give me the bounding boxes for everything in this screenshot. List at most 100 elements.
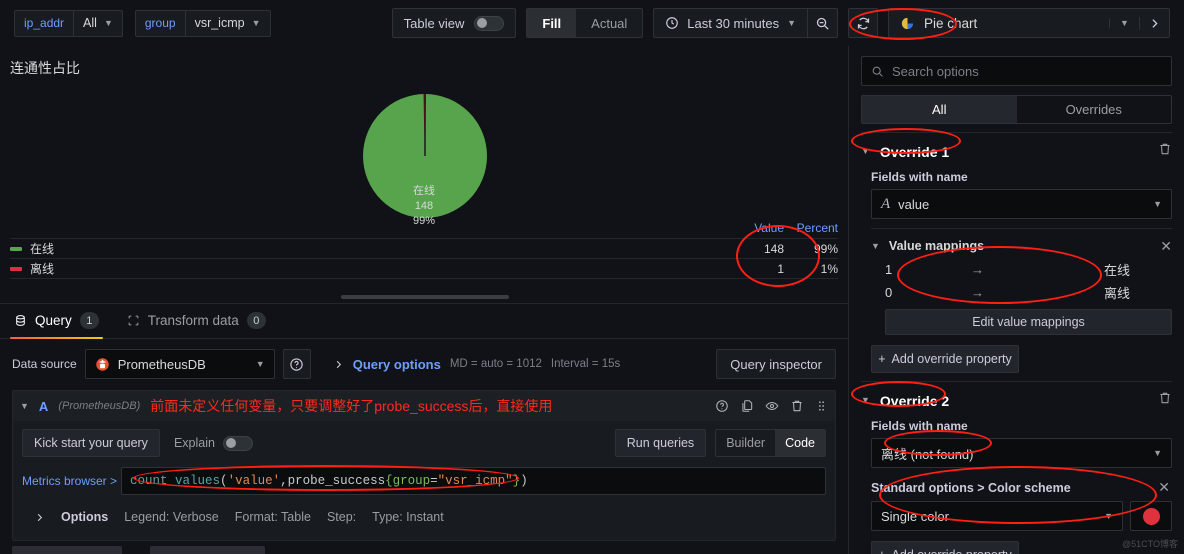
legend-percent: 1% [820, 261, 838, 276]
visualization-name-wrap: Pie chart [889, 16, 1109, 31]
panel-resize-handle[interactable] [341, 295, 509, 299]
override-1-header[interactable]: ▼ Override 1 [861, 132, 1172, 166]
help-circle-icon[interactable] [715, 399, 729, 413]
chevron-down-icon[interactable]: ▼ [20, 401, 29, 411]
fill-button[interactable]: Fill [527, 9, 577, 37]
help-circle-icon [290, 357, 303, 371]
code-mode-button[interactable]: Code [775, 430, 825, 456]
eye-icon[interactable] [765, 399, 779, 413]
explain-toggle[interactable]: Explain [174, 435, 253, 451]
legend-value: 148 [763, 241, 784, 256]
chevron-down-icon[interactable]: ▼ [871, 241, 880, 251]
pie-chart-icon [901, 17, 914, 29]
override-2-add-property-button[interactable]: + Add override property [871, 541, 1019, 554]
watermark: @51CTO博客 [1122, 539, 1178, 549]
add-expression-button-partial[interactable] [150, 546, 265, 554]
pie-chart: 在线 148 99% [0, 94, 848, 234]
collapse-options-pane-button[interactable] [1139, 16, 1169, 30]
override-2-fields-label: Fields with name [871, 419, 968, 433]
pie-center-value: 148 [414, 200, 434, 212]
query-options-interval: Interval = 15s [550, 358, 621, 370]
override-2-delete-button[interactable] [1158, 391, 1172, 410]
query-row-a: ▼ A (PrometheusDB) 前面未定义任何变量，只要调整好了probe… [12, 390, 836, 541]
tab-transform-data[interactable]: Transform data 0 [113, 312, 280, 338]
kick-start-query-button[interactable]: Kick start your query [22, 429, 160, 457]
filter-tab-all[interactable]: All [862, 96, 1017, 123]
table-view-switch[interactable] [474, 15, 505, 31]
color-scheme-remove-button[interactable]: ✕ [1158, 479, 1170, 496]
chevron-down-icon[interactable]: ▼ [861, 147, 870, 156]
text-field-icon: A [881, 195, 891, 212]
trash-icon[interactable] [790, 399, 804, 413]
edit-value-mappings-button[interactable]: Edit value mappings [885, 309, 1172, 335]
table-view-toggle[interactable]: Table view [391, 8, 517, 38]
option-step: Step: [326, 510, 357, 524]
search-options-box[interactable]: Search options [861, 56, 1172, 86]
pie-center-label: 在线 [413, 185, 435, 197]
variable-ip-addr-value[interactable]: All ▼ [73, 9, 123, 37]
filter-tab-overrides[interactable]: Overrides [1017, 96, 1172, 123]
chevron-down-icon[interactable]: ▼ [861, 396, 870, 405]
panel-legend: Value Percent 在线 148 99% 离线 1 1% [10, 221, 838, 279]
prometheus-icon [95, 357, 109, 371]
variable-group-label: group [134, 9, 185, 37]
override-2-title: Override 2 [879, 392, 950, 409]
legend-series-name: 离线 [30, 262, 55, 276]
transform-icon [128, 315, 139, 326]
visualization-name: Pie chart [924, 15, 978, 31]
refresh-button[interactable] [848, 8, 878, 38]
query-expression-input[interactable]: count_values('value',probe_success{group… [121, 467, 826, 495]
page-title: 连通性占比 [10, 60, 80, 76]
tab-query[interactable]: Query 1 [0, 312, 113, 339]
override-1-add-property-button[interactable]: + Add override property [871, 345, 1019, 373]
datasource-help-button[interactable] [282, 349, 311, 379]
color-picker-button[interactable] [1130, 501, 1172, 531]
add-query-button-partial[interactable] [12, 546, 122, 554]
panel-editor: ip_addr All ▼ group vsr_icmp ▼ Table vie… [0, 0, 1184, 554]
variable-group[interactable]: group vsr_icmp ▼ [134, 9, 271, 37]
run-queries-button[interactable]: Run queries [614, 429, 707, 457]
override-2-field-select[interactable]: 离线 (not found) ▼ [871, 438, 1172, 468]
query-options[interactable]: Query options MD = auto = 1012 Interval … [333, 357, 621, 372]
drag-handle-icon[interactable] [815, 399, 828, 413]
query-ref-id[interactable]: A [39, 399, 48, 414]
query-inspector-button[interactable]: Query inspector [716, 349, 836, 379]
legend-series-name: 在线 [30, 242, 55, 256]
value-mappings-title: Value mappings [888, 239, 985, 253]
legend-row-offline[interactable]: 离线 1 1% [10, 259, 838, 279]
metrics-browser-link[interactable]: Metrics browser > [22, 474, 117, 488]
explain-switch[interactable] [222, 435, 253, 451]
query-controls: Kick start your query Explain Run querie… [22, 429, 826, 457]
variable-ip-addr[interactable]: ip_addr All ▼ [14, 9, 123, 37]
override-1-delete-button[interactable] [1158, 142, 1172, 161]
value-mappings-header[interactable]: ▼ Value mappings ✕ [871, 234, 1172, 258]
override-1-field-select[interactable]: A value ▼ [871, 189, 1172, 219]
viz-picker-toggle[interactable]: ▼ [1109, 18, 1139, 28]
trash-icon [1160, 392, 1170, 404]
query-options-summary[interactable]: Options Legend: Verbose Format: Table St… [22, 503, 826, 531]
override-2-header[interactable]: ▼ Override 2 [861, 381, 1172, 415]
datasource-select[interactable]: PrometheusDB ▼ [84, 349, 275, 379]
actual-button[interactable]: Actual [576, 9, 642, 37]
chevron-down-icon: ▼ [103, 17, 113, 28]
arrow-right-icon: → [971, 262, 984, 277]
search-options-placeholder: Search options [892, 63, 979, 79]
panel-preview: 连通性占比 在线 148 99% Value Percent 在线 148 99… [0, 46, 848, 304]
color-scheme-select[interactable]: Single color ▼ [871, 501, 1123, 531]
legend-row-online[interactable]: 在线 148 99% [10, 239, 838, 259]
duplicate-icon[interactable] [740, 399, 754, 413]
legend-color-swatch [10, 266, 22, 271]
variable-group-value[interactable]: vsr_icmp ▼ [184, 9, 271, 37]
builder-mode-button[interactable]: Builder [716, 430, 775, 456]
time-range-picker[interactable]: Last 30 minutes ▼ [654, 9, 807, 37]
value-mapping-row: 0 → 离线 [871, 281, 1172, 304]
query-datasource-name: (PrometheusDB) [58, 400, 141, 412]
option-legend: Legend: Verbose [124, 510, 219, 524]
value-mappings-remove-button[interactable]: ✕ [1160, 238, 1172, 255]
database-icon [16, 315, 25, 326]
zoom-out-button[interactable] [807, 9, 837, 37]
tab-query-count: 1 [79, 312, 99, 329]
legend-percent: 99% [813, 241, 838, 256]
query-row-header: ▼ A (PrometheusDB) 前面未定义任何变量，只要调整好了probe… [13, 391, 835, 421]
visualization-picker[interactable]: Pie chart ▼ [888, 8, 1170, 38]
